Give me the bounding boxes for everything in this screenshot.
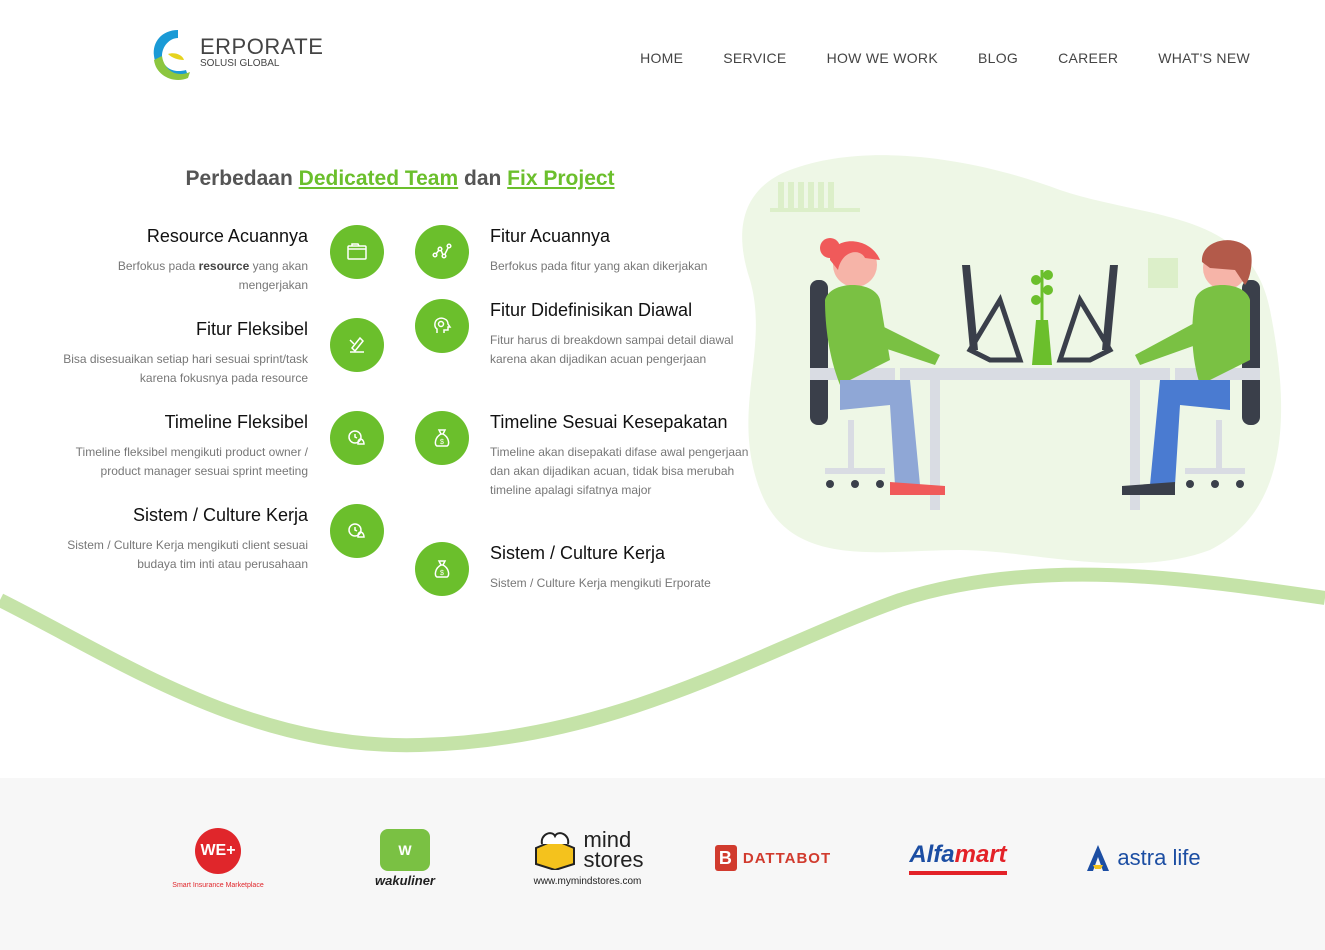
heading-prefix: Perbedaan bbox=[185, 167, 299, 190]
section-heading: Perbedaan Dedicated Team dan Fix Project bbox=[0, 167, 800, 191]
alarm-bell-icon bbox=[330, 504, 384, 558]
feature-desc: Berfokus pada resource yang akan mengerj… bbox=[117, 259, 308, 292]
feature-desc: Timeline fleksibel mengikuti product own… bbox=[75, 445, 308, 478]
feature-title: Timeline Fleksibel bbox=[164, 412, 308, 432]
decorative-wave bbox=[0, 567, 1325, 753]
feature-title: Fitur Didefinisikan Diawal bbox=[490, 300, 693, 320]
page: ERPORATE SOLUSI GLOBAL HOME SERVICE HOW … bbox=[0, 0, 1325, 950]
logo-text: ERPORATE bbox=[200, 34, 324, 59]
money-bag-icon: $ bbox=[415, 411, 469, 465]
brain-head-icon bbox=[415, 299, 469, 353]
mindstores-word-2: stores bbox=[583, 846, 644, 872]
feature-title: Fitur Acuannya bbox=[490, 226, 611, 246]
erporate-logo[interactable]: ERPORATE SOLUSI GLOBAL bbox=[148, 26, 328, 86]
client-mindstores[interactable]: mind stores www.mymindstores.com bbox=[525, 818, 650, 898]
we-plus-tagline: Smart Insurance Marketplace bbox=[172, 881, 264, 889]
astra-a-icon bbox=[1087, 845, 1110, 871]
alarm-bell-icon bbox=[330, 411, 384, 465]
logo-subtitle: SOLUSI GLOBAL bbox=[200, 58, 280, 69]
nav-career[interactable]: CAREER bbox=[1058, 50, 1118, 66]
graph-nodes-icon bbox=[415, 225, 469, 279]
feature-desc: Berfokus pada fitur yang akan dikerjakan bbox=[490, 259, 708, 273]
nav-blog[interactable]: BLOG bbox=[978, 50, 1018, 66]
astra-life-name: astra life bbox=[1117, 845, 1201, 870]
feature-title: Fitur Fleksibel bbox=[195, 319, 308, 339]
feature-fitur-didefinisikan: Fitur Didefinisikan Diawal Fitur harus d… bbox=[490, 300, 750, 369]
dattabot-logo: B bbox=[714, 845, 737, 871]
client-astra-life[interactable]: astra life bbox=[1083, 818, 1203, 898]
wakuliner-name: wakuliner bbox=[375, 872, 435, 888]
edit-icon bbox=[330, 318, 384, 372]
client-alfamart[interactable]: Alfamart bbox=[898, 818, 1018, 898]
feature-desc: Bisa disesuaikan setiap hari sesuai spri… bbox=[63, 352, 308, 385]
brain-box-icon bbox=[534, 831, 575, 870]
alfamart-logo: Alfamart bbox=[909, 841, 1007, 875]
we-plus-logo: WE+ bbox=[195, 827, 241, 874]
nav-how-we-work[interactable]: HOW WE WORK bbox=[827, 50, 938, 66]
feature-fitur-acuannya: Fitur Acuannya Berfokus pada fitur yang … bbox=[490, 226, 750, 276]
client-we-plus[interactable]: WE+ Smart Insurance Marketplace bbox=[170, 818, 266, 898]
nav-service[interactable]: SERVICE bbox=[723, 50, 786, 66]
feature-resource-acuannya: Resource Acuannya Berfokus pada resource… bbox=[48, 226, 308, 295]
wakuliner-logo: W bbox=[380, 828, 430, 871]
folder-icon bbox=[330, 225, 384, 279]
nav-whats-new[interactable]: WHAT'S NEW bbox=[1158, 50, 1250, 66]
feature-title: Sistem / Culture Kerja bbox=[132, 505, 308, 525]
logo-mark-icon bbox=[153, 30, 190, 80]
heading-fix-link[interactable]: Fix Project bbox=[507, 167, 614, 190]
feature-title: Resource Acuannya bbox=[146, 226, 308, 246]
svg-text:$: $ bbox=[440, 439, 444, 446]
heading-middle: dan bbox=[458, 167, 508, 190]
client-wakuliner[interactable]: W wakuliner bbox=[360, 818, 450, 898]
client-dattabot[interactable]: B DATTABOT bbox=[713, 818, 833, 898]
team-illustration bbox=[742, 155, 1282, 564]
feature-desc: Timeline akan disepakati difase awal pen… bbox=[490, 445, 749, 497]
feature-desc: Fitur harus di breakdown sampai detail d… bbox=[490, 333, 734, 366]
nav-home[interactable]: HOME bbox=[640, 50, 683, 66]
clients-strip: WE+ Smart Insurance Marketplace W wakuli… bbox=[0, 778, 1325, 950]
feature-fitur-fleksibel: Fitur Fleksibel Bisa disesuaikan setiap … bbox=[48, 319, 308, 388]
feature-timeline-fleksibel: Timeline Fleksibel Timeline fleksibel me… bbox=[48, 412, 308, 481]
feature-title: Timeline Sesuai Kesepakatan bbox=[490, 412, 728, 432]
main-nav: HOME SERVICE HOW WE WORK BLOG CAREER WHA… bbox=[640, 50, 1250, 66]
feature-timeline-kesepakatan: Timeline Sesuai Kesepakatan Timeline aka… bbox=[490, 412, 750, 500]
mindstores-url: www.mymindstores.com bbox=[533, 875, 642, 887]
heading-dedicated-link[interactable]: Dedicated Team bbox=[299, 167, 459, 190]
dattabot-name: DATTABOT bbox=[742, 849, 832, 867]
